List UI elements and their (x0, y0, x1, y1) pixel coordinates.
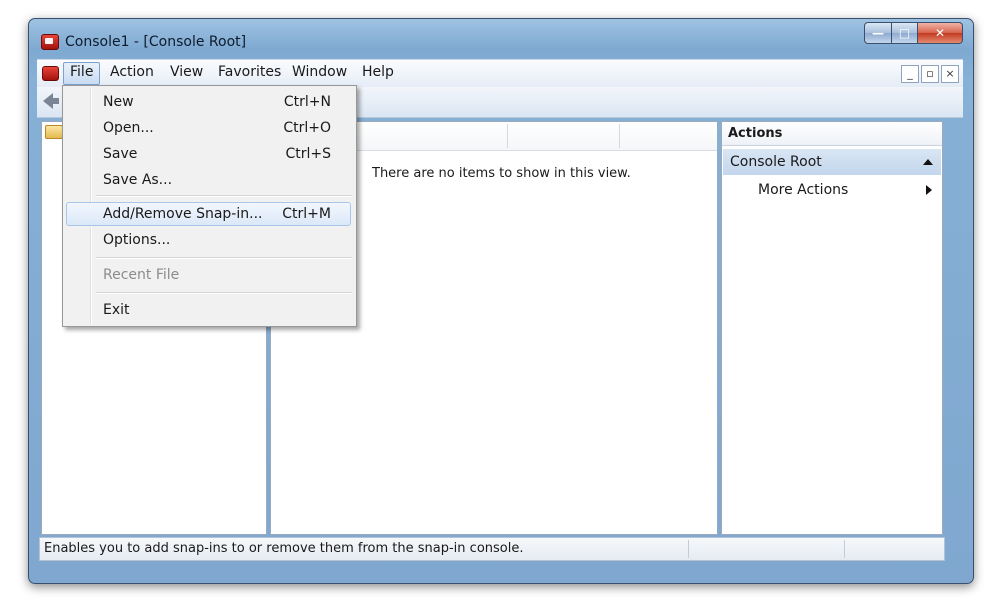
window-title: Console1 - [Console Root] (65, 34, 247, 50)
console-system-menu-icon[interactable] (42, 66, 59, 81)
close-icon: ✕ (934, 26, 946, 40)
title-bar[interactable]: Console1 - [Console Root] — □ ✕ (29, 19, 973, 59)
caption-buttons: — □ ✕ (864, 22, 963, 44)
menu-item-label: Open... (103, 120, 154, 136)
menu-item-label: New (103, 94, 134, 110)
menu-bar: File Action View Favorites Window Help _… (37, 59, 963, 87)
menu-action[interactable]: Action (104, 62, 160, 83)
mdi-minimize-button[interactable]: _ (901, 65, 919, 83)
status-text: Enables you to add snap-ins to or remove… (44, 541, 524, 556)
menu-item-recent-file: Recent File (66, 263, 351, 287)
menu-item-label: Save As... (103, 172, 173, 188)
menu-view[interactable]: View (164, 62, 209, 83)
actions-section-console-root[interactable]: Console Root (723, 149, 941, 175)
menu-item-new[interactable]: New Ctrl+N (66, 90, 351, 114)
menu-item-label: Options... (103, 232, 171, 248)
menu-file[interactable]: File (63, 62, 101, 85)
folder-icon[interactable] (45, 125, 63, 139)
menu-item-shortcut: Ctrl+O (283, 120, 331, 136)
menu-separator (96, 257, 352, 259)
empty-view-message: There are no items to show in this view. (372, 166, 631, 181)
menu-item-label: Save (103, 146, 138, 162)
submenu-arrow-icon[interactable] (926, 185, 932, 195)
status-bar: Enables you to add snap-ins to or remove… (39, 537, 945, 561)
column-divider[interactable] (619, 124, 620, 148)
menu-help[interactable]: Help (356, 62, 400, 83)
menu-window[interactable]: Window (286, 62, 353, 83)
column-divider[interactable] (507, 124, 508, 148)
mmc-app-icon[interactable] (41, 34, 59, 50)
status-divider (688, 540, 689, 558)
menu-item-shortcut: Ctrl+N (283, 94, 331, 110)
mdi-close-button[interactable]: × (941, 65, 959, 83)
mdi-buttons: _ ▫ × (901, 65, 959, 83)
maximize-button[interactable]: □ (892, 22, 918, 44)
actions-title: Actions (722, 122, 942, 146)
menu-item-save[interactable]: Save Ctrl+S (66, 142, 351, 166)
menu-item-open[interactable]: Open... Ctrl+O (66, 116, 351, 140)
actions-pane: Actions Console Root More Actions (721, 121, 943, 535)
mdi-restore-button[interactable]: ▫ (921, 65, 939, 83)
close-button[interactable]: ✕ (918, 22, 963, 44)
more-actions-link[interactable]: More Actions (758, 182, 848, 198)
menu-item-shortcut: Ctrl+M (282, 206, 331, 222)
menu-separator (96, 195, 352, 197)
minimize-icon: — (872, 26, 884, 40)
minimize-button[interactable]: — (864, 22, 892, 44)
menu-favorites[interactable]: Favorites (212, 62, 287, 83)
menu-item-save-as[interactable]: Save As... (66, 168, 351, 192)
file-menu-dropdown: New Ctrl+N Open... Ctrl+O Save Ctrl+S Sa… (62, 85, 357, 327)
menu-item-label: Exit (103, 302, 130, 318)
actions-section-label: Console Root (730, 154, 822, 170)
menu-item-shortcut: Ctrl+S (285, 146, 331, 162)
maximize-icon: □ (898, 26, 911, 40)
menu-item-options[interactable]: Options... (66, 228, 351, 252)
menu-separator (96, 292, 352, 294)
status-divider (844, 540, 845, 558)
menu-item-add-remove-snap-in[interactable]: Add/Remove Snap-in... Ctrl+M (66, 202, 351, 226)
menu-item-label: Recent File (103, 267, 180, 283)
back-arrow-icon[interactable] (43, 93, 59, 109)
menu-item-label: Add/Remove Snap-in... (103, 206, 263, 222)
collapse-up-icon[interactable] (923, 159, 933, 165)
menu-item-exit[interactable]: Exit (66, 298, 351, 322)
